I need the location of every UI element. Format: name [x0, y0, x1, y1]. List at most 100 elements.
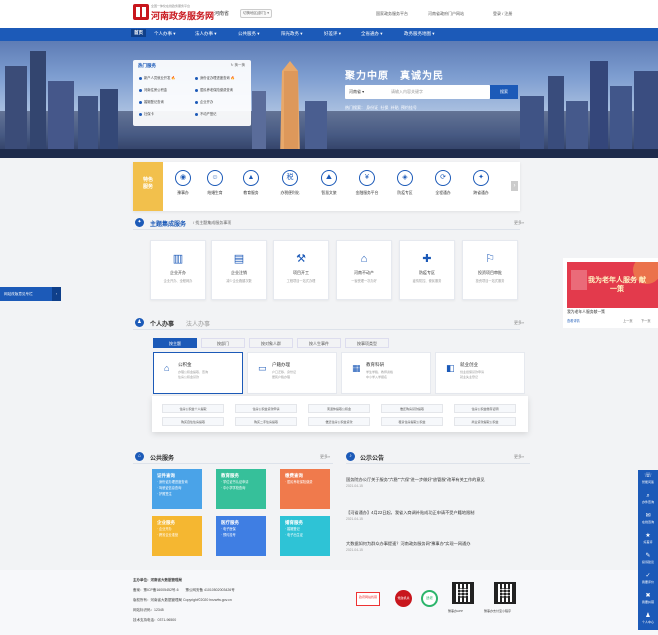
service-card[interactable]: ▦ 教育科研 学生学籍、教师资格 中小学入学报名	[341, 352, 431, 394]
dropdown-item[interactable]: 离退休提取公积金	[308, 404, 370, 413]
notice-item[interactable]: 大数据如何为群众办事提速？河南政务服务网"豫事办"实现一网通办 2021-04-1…	[346, 540, 530, 552]
personal-tab-title[interactable]: 个人办事	[150, 319, 174, 328]
service-card[interactable]: ▭ 户籍办理 户口迁移、身份证 居民户籍办理	[247, 352, 337, 394]
site-title[interactable]: 河南政务服务网	[151, 9, 214, 22]
dropdown-item[interactable]: 住房公积金个人提取	[162, 404, 224, 413]
hot-item[interactable]: 社保卡	[139, 111, 154, 116]
service-card[interactable]: ◧ 就业创业 创业担保贷款申请 就业失业登记	[435, 352, 525, 394]
rb-personal-center[interactable]: ♟ 个人中心	[638, 613, 658, 624]
hot-item[interactable]: 婚姻登记查询	[139, 99, 164, 104]
feature-item[interactable]: ⟳ 全程通办	[427, 170, 459, 196]
notice-more-link[interactable]: 更多»	[514, 454, 524, 460]
ad-next-button[interactable]: 下一页	[641, 318, 651, 323]
feature-item[interactable]: ▲ 教育服务	[235, 170, 267, 196]
public-tile[interactable]: 婚育服务 · 婚姻登记 · 电子出生证	[280, 516, 330, 556]
feedback-float-tab[interactable]: 网站改版意见专栏 ‹	[0, 287, 61, 301]
nav-home[interactable]: 首页	[131, 29, 146, 37]
tab-by-group[interactable]: 按对象人群	[249, 338, 293, 348]
notice-item[interactable]: 【河省通办】4月22日起，我省入商调补贴成功正申请不受户籍地限制 2021-04-…	[346, 509, 530, 521]
nav-province-wide[interactable]: 全省通办 ▾	[361, 31, 383, 37]
nav-service-map[interactable]: 政务服务地图 ▾	[404, 31, 435, 37]
theme-card[interactable]: ⚒ 项目开工 工程项目一站式办理	[273, 240, 329, 300]
hot-item[interactable]: 河南住房公积金	[139, 87, 167, 92]
region-switch-button[interactable]: 切换地区(部门) ▾	[240, 9, 273, 18]
party-org-badge[interactable]: 党政机关	[395, 590, 412, 607]
feature-item[interactable]: 税办税便利化	[274, 170, 306, 196]
theme-card[interactable]: ⚐ 投资项目审批 投资项目一站式服务	[462, 240, 518, 300]
dropdown-item[interactable]: 住房公积金缴存证明	[454, 404, 516, 413]
corporate-tab-title[interactable]: 法人办事	[186, 319, 210, 328]
ad-detail-link[interactable]: 查看详情	[567, 318, 580, 323]
dropdown-item[interactable]: 偿还住房公积金贷款	[308, 417, 370, 426]
theme-card[interactable]: ▥ 企业开办 企业开办、全程网办	[150, 240, 206, 300]
public-tile[interactable]: 教育服务 · 学位证书认证申请 · 中小学学校查询	[216, 469, 266, 509]
hot-item[interactable]: 新户人员就业开发 🔥	[139, 75, 176, 80]
elderly-friendly-badge[interactable]: 适老	[421, 590, 438, 607]
rb-consult[interactable]: ✉ 在线咨询	[638, 513, 658, 524]
dropdown-item[interactable]: 商业贷款提取公积金	[454, 417, 516, 426]
rb-smart-qa[interactable]: ☏ 智能问答	[638, 473, 658, 484]
feature-next-arrow[interactable]: ›	[511, 181, 518, 191]
hot-item[interactable]: 企业开办	[195, 99, 213, 104]
feature-item[interactable]: ⛰ 智慧文旅	[313, 170, 345, 196]
refresh-hot-button[interactable]: ↻ 换一换	[231, 63, 245, 68]
tab-by-life-event[interactable]: 按人生事件	[297, 338, 341, 348]
theme-card[interactable]: ▤ 企业注销 减少企业跑腿次数	[211, 240, 267, 300]
rb-rating[interactable]: ★ 好差评	[638, 533, 658, 544]
feature-item[interactable]: ¥ 金融服务平台	[351, 170, 383, 196]
national-platform-link[interactable]: 国家政务服务平台	[376, 11, 408, 17]
feature-item[interactable]: ☺ 结婚生育	[199, 170, 231, 196]
dropdown-item[interactable]: 购买自住住房提取	[162, 417, 224, 426]
nav-open-government[interactable]: 阳光政务 ▾	[281, 31, 303, 37]
hot-item[interactable]: 身份证办理进度查询 🔥	[195, 75, 235, 80]
ad-prev-button[interactable]: 上一页	[623, 318, 633, 323]
dropdown-item[interactable]: 租赁住房提取公积金	[381, 417, 443, 426]
tab-by-type[interactable]: 按事项类型	[345, 338, 389, 348]
theme-card[interactable]: ✚ 防疫专区 疫情防控、便民服务	[399, 240, 455, 300]
public-more-link[interactable]: 更多»	[320, 454, 330, 460]
ad-card[interactable]: 我为老年人服务 献一策 我为老年人服务献一策 查看详情 上一页 下一页	[563, 258, 658, 328]
public-tile[interactable]: 缴费查询 · 居民养老保险缴费	[280, 469, 330, 509]
hot-word[interactable]: 社保	[380, 105, 388, 110]
tab-by-theme[interactable]: 按主题	[153, 338, 197, 348]
dropdown-item[interactable]: 购买二手住房提取	[235, 417, 297, 426]
rb-correction[interactable]: ✖ 我要纠错	[638, 593, 658, 604]
search-input[interactable]: 请输入内容关键字	[391, 89, 423, 95]
dropdown-item[interactable]: 住房公积金贷款申请	[235, 404, 297, 413]
search-region-select[interactable]: 河南省 ▾	[349, 89, 364, 95]
theme-more-link[interactable]: 更多»	[514, 220, 524, 226]
public-tile[interactable]: 企业服务 · 企业开办 · 跨省企业准营	[152, 516, 202, 556]
feature-item[interactable]: ◈ 防疫专区	[389, 170, 421, 196]
province-portal-link[interactable]: 河南省政府门户网站	[428, 11, 464, 17]
notice-item[interactable]: 国务院办公厅关于服务"六稳""六保"进一步做好"放管服"改革有关工作的意见 202…	[346, 476, 530, 488]
feature-item[interactable]: ◉ 豫事办	[167, 170, 199, 196]
rb-query[interactable]: ⌕ 办件查询	[638, 493, 658, 504]
theme-card[interactable]: ⌂ 河南不动产 一窗受理一次办好	[336, 240, 392, 300]
hot-word[interactable]: 预约挂号	[401, 105, 417, 110]
app-icon: ◉	[175, 170, 191, 186]
rb-complaint[interactable]: ✎ 投诉建议	[638, 553, 658, 564]
login-register-link[interactable]: 登录 / 注册	[493, 11, 512, 17]
hot-word[interactable]: 身份证	[366, 105, 378, 110]
nav-corporate[interactable]: 法人办事 ▾	[195, 31, 217, 37]
service-card[interactable]: ⌂ 公积金 办理公积金提取、查询 住房公积金贷款	[153, 352, 243, 394]
nav-public-service[interactable]: 公共服务 ▾	[238, 31, 260, 37]
feature-item[interactable]: ✦ 跨省通办	[465, 170, 497, 196]
hot-word[interactable]: 补贴	[391, 105, 399, 110]
footer-icp[interactable]: 备案：豫ICP备16005452号-6 豫公网安备 41010502003426…	[133, 588, 235, 593]
personal-more-link[interactable]: 更多»	[514, 320, 524, 326]
dropdown-item[interactable]: 偿还购房贷款提取	[381, 404, 443, 413]
hot-item[interactable]: 居民养老保险缴费查询	[195, 87, 233, 92]
chevron-left-icon[interactable]: ‹	[52, 287, 61, 301]
rb-evaluate[interactable]: ✓ 我要评价	[638, 573, 658, 584]
gov-site-badge[interactable]: 政府网站找错	[356, 592, 380, 606]
public-tile[interactable]: 证件查询 · 身份证办理进度查询 · 驾驶证信息查询 · 护照签注	[152, 469, 202, 509]
tab-by-department[interactable]: 按部门	[201, 338, 245, 348]
public-tile[interactable]: 医疗服务 · 电子医保 · 预约挂号	[216, 516, 266, 556]
nav-personal[interactable]: 个人办事 ▾	[154, 31, 176, 37]
qr-code-app	[452, 582, 474, 604]
hot-item[interactable]: 不动产登记	[195, 111, 216, 116]
search-button[interactable]: 搜索	[490, 85, 518, 99]
nav-rating[interactable]: 好差评 ▾	[324, 31, 341, 37]
ad-banner[interactable]: 我为老年人服务 献一策	[567, 262, 658, 308]
